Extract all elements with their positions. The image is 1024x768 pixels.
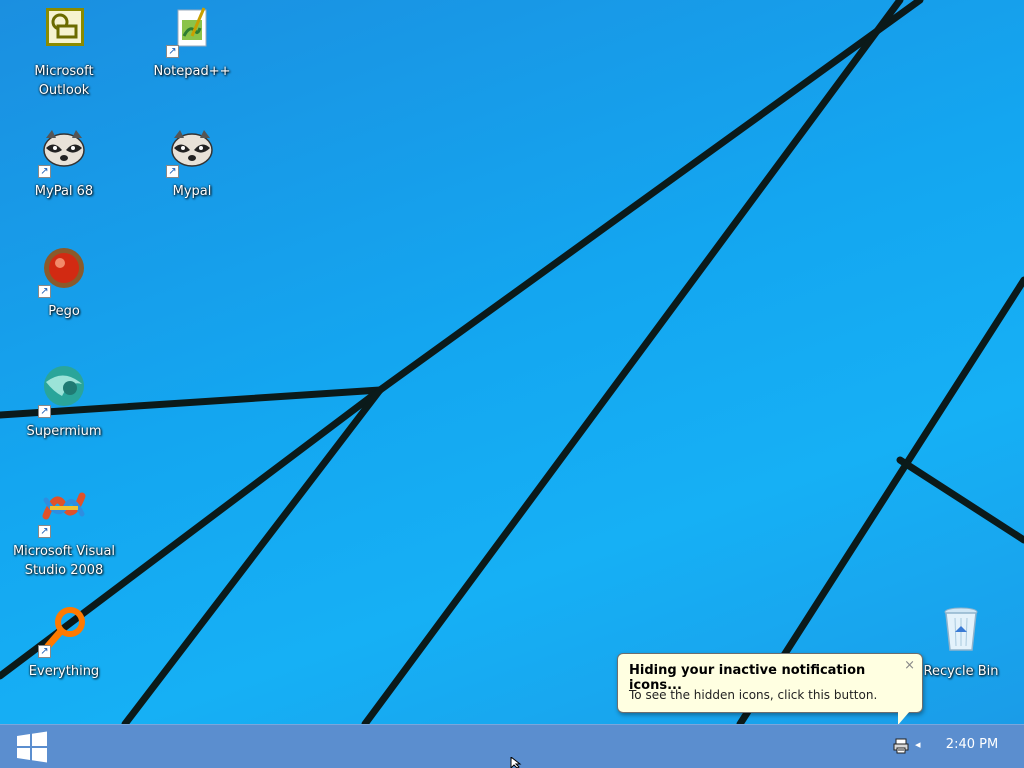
printer-icon bbox=[893, 738, 909, 754]
mypal68-icon-wrap: ↗ bbox=[38, 126, 88, 178]
shortcut-arrow-icon: ↗ bbox=[38, 405, 51, 418]
show-hidden-icons-chevron-icon[interactable]: ◂ bbox=[915, 738, 921, 751]
notification-balloon[interactable]: Hiding your inactive notification icons.… bbox=[617, 653, 923, 713]
pego-icon-wrap: ↗ bbox=[38, 246, 88, 298]
desktop-icon-mypal[interactable]: ↗ Mypal bbox=[137, 126, 247, 201]
desktop-icon-label: Supermium bbox=[26, 424, 102, 439]
supermium-icon-wrap: ↗ bbox=[38, 366, 88, 418]
shortcut-arrow-icon: ↗ bbox=[166, 45, 179, 58]
desktop-icon-pego[interactable]: ↗ Pego bbox=[9, 246, 119, 321]
notification-balloon-tail bbox=[898, 711, 910, 725]
start-button[interactable] bbox=[8, 729, 56, 765]
shortcut-arrow-icon: ↗ bbox=[166, 165, 179, 178]
desktop-icon-label: Mypal bbox=[172, 184, 212, 199]
desktop-icon-microsoft-outlook[interactable]: Microsoft Outlook bbox=[9, 6, 119, 100]
wallpaper-lines bbox=[0, 0, 1024, 724]
desktop-icon-visual-studio-2008[interactable]: ↗ Microsoft Visual Studio 2008 bbox=[9, 486, 119, 580]
recycle-bin-icon bbox=[944, 607, 978, 651]
everything-icon-wrap: ↗ bbox=[38, 606, 88, 658]
shortcut-arrow-icon: ↗ bbox=[38, 525, 51, 538]
desktop-icon-label: MyPal 68 bbox=[34, 184, 94, 199]
desktop-icon-label: Pego bbox=[48, 304, 80, 319]
desktop-icon-label: Notepad++ bbox=[153, 64, 231, 79]
outlook-icon bbox=[46, 8, 84, 46]
mypal-icon-wrap: ↗ bbox=[166, 126, 216, 178]
desktop[interactable]: Microsoft Outlook ↗ Notepad++ ↗ MyPal 68… bbox=[0, 0, 1024, 724]
desktop-icon-everything[interactable]: ↗ Everything bbox=[9, 606, 119, 681]
notification-text: To see the hidden icons, click this butt… bbox=[629, 688, 878, 702]
desktop-icon-label: Everything bbox=[28, 664, 100, 679]
desktop-icon-label: Microsoft Outlook bbox=[34, 64, 94, 98]
notepad-icon-wrap: ↗ bbox=[166, 6, 216, 58]
outlook-icon-wrap bbox=[40, 6, 88, 54]
shortcut-arrow-icon: ↗ bbox=[38, 165, 51, 178]
recycle-bin-icon-wrap bbox=[937, 606, 985, 654]
taskbar-clock[interactable]: 2:40 PM bbox=[936, 737, 1008, 752]
desktop-icon-mypal-68[interactable]: ↗ MyPal 68 bbox=[9, 126, 119, 201]
windows-logo-icon bbox=[17, 731, 47, 763]
shortcut-arrow-icon: ↗ bbox=[38, 285, 51, 298]
mouse-cursor-icon bbox=[510, 757, 522, 768]
visual-studio-icon-wrap: ↗ bbox=[38, 486, 88, 538]
desktop-icon-notepad-plus-plus[interactable]: ↗ Notepad++ bbox=[137, 6, 247, 81]
desktop-icon-supermium[interactable]: ↗ Supermium bbox=[9, 366, 119, 441]
close-icon[interactable]: × bbox=[904, 658, 915, 673]
desktop-icon-label: Microsoft Visual Studio 2008 bbox=[12, 544, 116, 578]
shortcut-arrow-icon: ↗ bbox=[38, 645, 51, 658]
tray-printer-icon[interactable] bbox=[893, 738, 909, 754]
